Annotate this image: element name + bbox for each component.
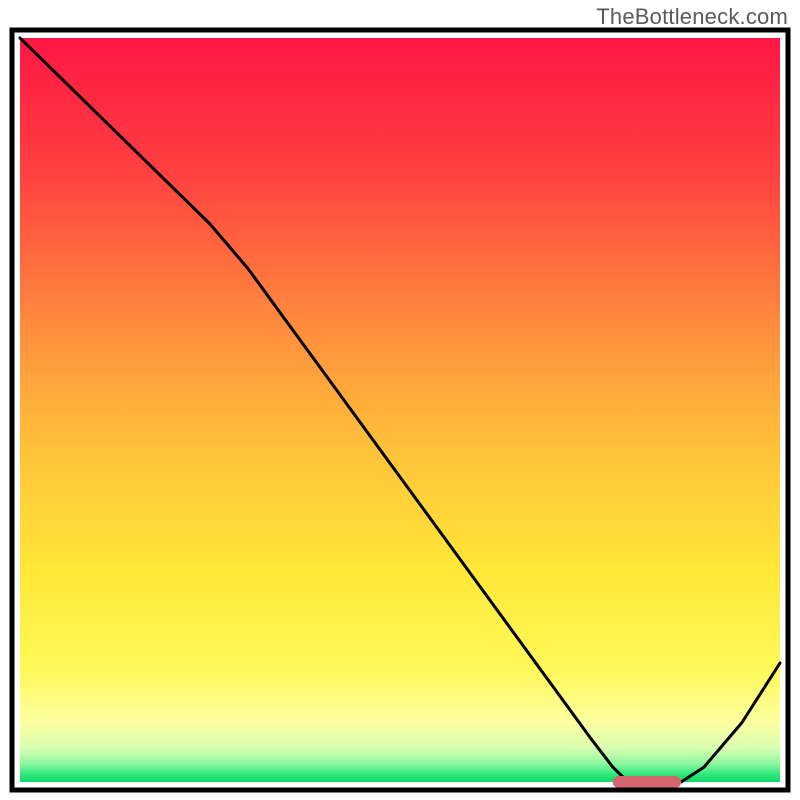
chart-frame: TheBottleneck.com — [0, 0, 800, 800]
bottleneck-chart — [0, 0, 800, 800]
watermark-text: TheBottleneck.com — [596, 4, 788, 30]
optimal-zone-marker — [613, 776, 681, 788]
